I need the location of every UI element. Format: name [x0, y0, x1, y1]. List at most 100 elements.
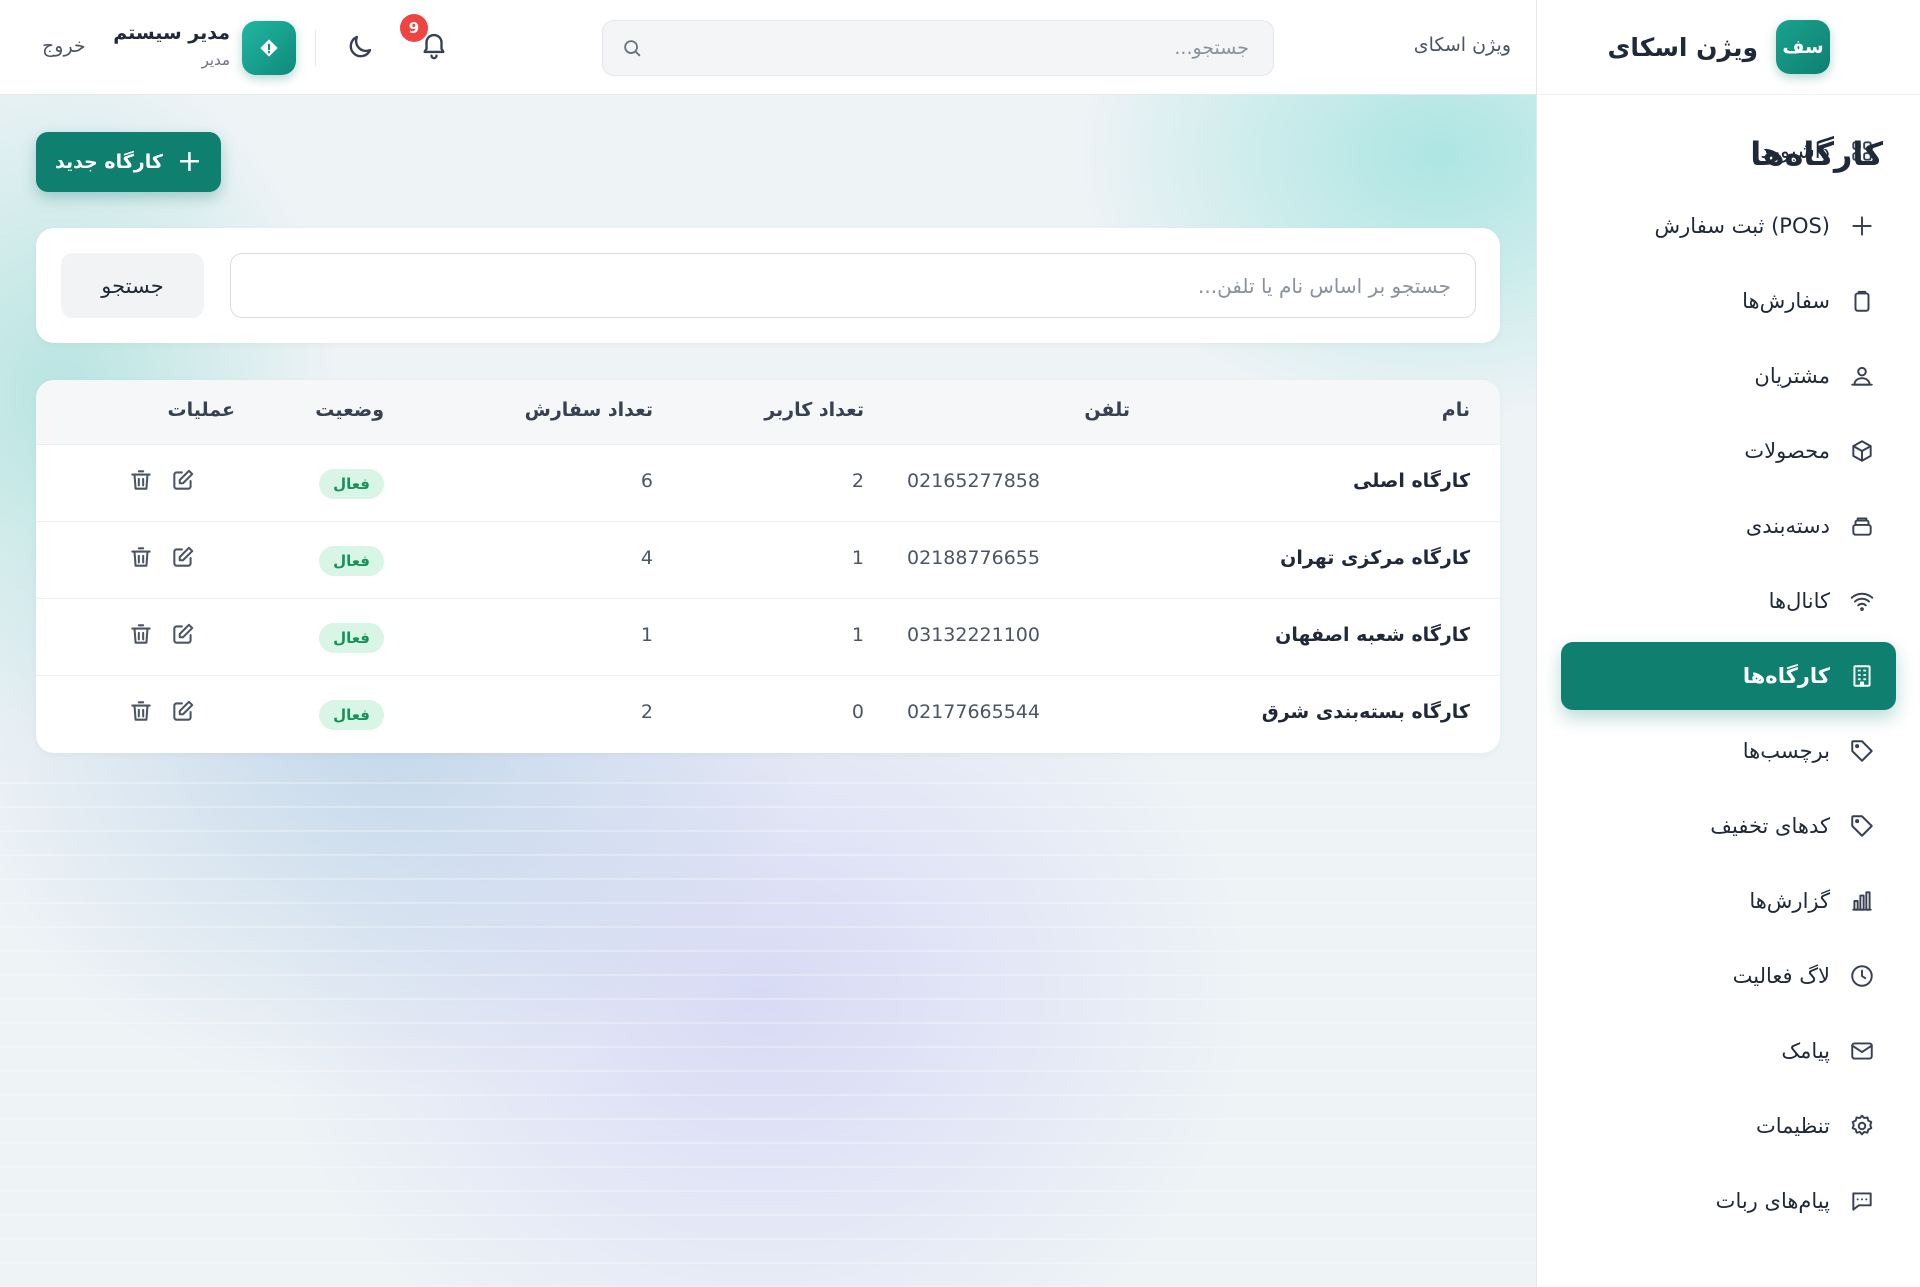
sidebar-item-label: تنظیمات [1755, 1114, 1830, 1138]
brand-logo[interactable]: سف [1776, 20, 1830, 74]
sidebar-item-orders[interactable]: سفارش‌ها [1561, 267, 1896, 335]
new-workshop-label: کارگاه جدید [54, 151, 163, 173]
search-card: جستجو [36, 228, 1500, 343]
sidebar-item-label: کدهای تخفیف [1710, 814, 1830, 838]
header-phone: تلفن [1084, 399, 1130, 421]
sidebar-item-label: سفارش‌ها [1742, 289, 1830, 313]
breadcrumb[interactable]: ویژن اسکای [1414, 34, 1511, 56]
layers-icon [1848, 512, 1876, 540]
sidebar-item-label: پیامک [1781, 1039, 1830, 1063]
logout-link[interactable]: خروج [42, 35, 86, 57]
cell-orders: 2 [640, 701, 653, 723]
edit-icon[interactable] [170, 698, 200, 728]
trash-icon[interactable] [128, 698, 158, 728]
cell-name: کارگاه بسته‌بندی شرق [1261, 701, 1470, 723]
message-icon [1848, 1187, 1876, 1215]
edit-icon[interactable] [170, 467, 200, 497]
sidebar-item-label: محصولات [1744, 439, 1830, 463]
box-icon [1848, 437, 1876, 465]
search-button[interactable]: جستجو [61, 253, 204, 318]
notification-badge: 9 [400, 14, 428, 42]
trash-icon[interactable] [128, 621, 158, 651]
sidebar-item-customers[interactable]: مشتریان [1561, 342, 1896, 410]
user-role: مدیر [201, 51, 230, 69]
workshops-table: نام تلفن تعداد کاربر تعداد سفارش وضعیت ع… [36, 380, 1500, 753]
plus-icon [1848, 212, 1876, 240]
table-row[interactable]: کارگاه شعبه اصفهان 03132221100 1 1 فعال [36, 599, 1500, 676]
cell-phone: 02188776655 [907, 547, 1040, 569]
cell-phone: 02177665544 [907, 701, 1040, 723]
table-row[interactable]: کارگاه بسته‌بندی شرق 02177665544 0 2 فعا… [36, 676, 1500, 753]
mail-icon [1848, 1037, 1876, 1065]
new-workshop-button[interactable]: کارگاه جدید + [36, 132, 221, 192]
table-header: نام تلفن تعداد کاربر تعداد سفارش وضعیت ع… [36, 380, 1500, 445]
sidebar-item-label: کارگاه‌ها [1742, 664, 1830, 688]
building-icon [1848, 662, 1876, 690]
sidebar-item-label: کانال‌ها [1768, 589, 1830, 613]
trash-icon[interactable] [128, 467, 158, 497]
moon-icon[interactable] [345, 32, 377, 64]
sidebar-item-workshops[interactable]: کارگاه‌ها [1561, 642, 1896, 710]
cell-name: کارگاه اصلی [1353, 470, 1470, 492]
diamond-icon [260, 39, 278, 57]
sidebar-item-activity-log[interactable]: لاگ فعالیت [1561, 942, 1896, 1010]
cell-phone: 02165277858 [907, 470, 1040, 492]
table-row[interactable]: کارگاه اصلی 02165277858 2 6 فعال [36, 445, 1500, 522]
sidebar-item-discount-codes[interactable]: کدهای تخفیف [1561, 792, 1896, 860]
page-title: کارگاه‌ها [1750, 135, 1883, 173]
cell-users: 1 [851, 547, 864, 569]
sidebar-nav: داشبورد ثبت سفارش (POS) سفارش‌ها مشتریان… [1537, 95, 1920, 1235]
divider [315, 30, 316, 66]
cell-orders: 6 [640, 470, 653, 492]
table-row[interactable]: کارگاه مرکزی تهران 02188776655 1 4 فعال [36, 522, 1500, 599]
sidebar-item-label: مشتریان [1754, 364, 1830, 388]
cell-phone: 03132221100 [907, 624, 1040, 646]
users-icon [1848, 362, 1876, 390]
wifi-icon [1848, 587, 1876, 615]
header-actions: عملیات [167, 399, 235, 421]
cell-name: کارگاه مرکزی تهران [1280, 547, 1470, 569]
sidebar-item-sms[interactable]: پیامک [1561, 1017, 1896, 1085]
sidebar-item-tags[interactable]: برچسب‌ها [1561, 717, 1896, 785]
clipboard-icon [1848, 287, 1876, 315]
sidebar-item-bot-messages[interactable]: پیام‌های ربات [1561, 1167, 1896, 1235]
plus-icon: + [176, 144, 203, 179]
tag-icon [1848, 812, 1876, 840]
header-name: نام [1441, 399, 1470, 421]
global-search [602, 20, 1274, 76]
sidebar-item-products[interactable]: محصولات [1561, 417, 1896, 485]
sidebar-item-label: لاگ فعالیت [1732, 964, 1830, 988]
status-badge: فعال [319, 700, 384, 730]
brand-name: ویژن اسکای [1607, 32, 1758, 62]
sidebar-item-label: گزارش‌ها [1749, 889, 1830, 913]
avatar[interactable] [242, 21, 296, 75]
tag-icon [1848, 737, 1876, 765]
topbar: ویژن اسکای 9 مدیر سیستم مدیر خروج [0, 0, 1536, 95]
header-users: تعداد کاربر [764, 399, 864, 421]
brand: ویژن اسکای سف [1537, 0, 1920, 95]
status-badge: فعال [319, 623, 384, 653]
sidebar-item-label: برچسب‌ها [1742, 739, 1830, 763]
cell-users: 1 [851, 624, 864, 646]
sidebar-item-label: پیام‌های ربات [1715, 1189, 1830, 1213]
sidebar-item-categories[interactable]: دسته‌بندی [1561, 492, 1896, 560]
search-icon [621, 37, 645, 61]
header-status: وضعیت [315, 399, 384, 421]
cell-orders: 1 [640, 624, 653, 646]
sidebar-item-reports[interactable]: گزارش‌ها [1561, 867, 1896, 935]
user-name: مدیر سیستم [113, 22, 230, 44]
edit-icon[interactable] [170, 621, 200, 651]
clock-icon [1848, 962, 1876, 990]
workshop-search-input[interactable] [230, 253, 1476, 318]
header-orders: تعداد سفارش [524, 399, 653, 421]
cell-users: 0 [851, 701, 864, 723]
sidebar-item-pos[interactable]: ثبت سفارش (POS) [1561, 192, 1896, 260]
bar-chart-icon [1848, 887, 1876, 915]
trash-icon[interactable] [128, 544, 158, 574]
background-stripes [0, 760, 1536, 1287]
sidebar-item-channels[interactable]: کانال‌ها [1561, 567, 1896, 635]
global-search-input[interactable] [603, 21, 1273, 75]
sidebar-item-settings[interactable]: تنظیمات [1561, 1092, 1896, 1160]
cell-users: 2 [851, 470, 864, 492]
edit-icon[interactable] [170, 544, 200, 574]
